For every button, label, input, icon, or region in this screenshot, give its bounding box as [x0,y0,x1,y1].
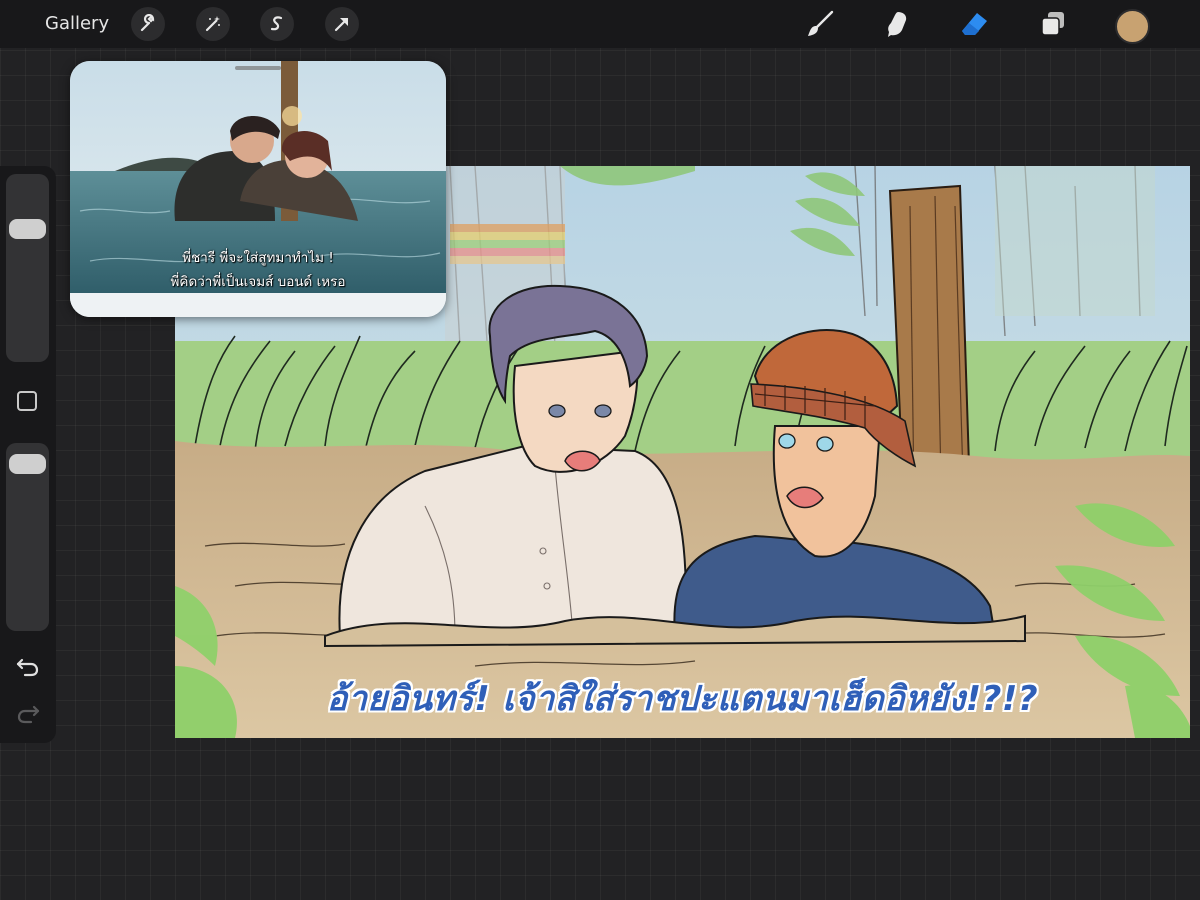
actions-button[interactable] [131,7,165,41]
transform-arrow-icon [334,17,349,32]
reference-window[interactable]: พี่ชารี พี่จะใส่สูทมาทำไม ! พี่คิดว่าพี่… [70,61,446,317]
left-sidebar [0,166,56,743]
brush-size-slider[interactable] [6,174,49,362]
subtitle-line-2: พี่คิดว่าพี่เป็นเจมส์ บอนด์ เหรอ [170,274,346,290]
modify-button[interactable] [17,391,37,411]
selection-icon [270,16,283,31]
adjustments-button[interactable] [196,7,230,41]
undo-button[interactable] [14,655,42,679]
procreate-app: Gallery อ้ายอินทร์! เจ้าสิใส่ราชปะแตนมาเ… [0,0,1200,900]
reference-drag-handle[interactable] [235,66,281,70]
top-toolbar: Gallery [0,0,1200,48]
selection-button[interactable] [260,7,294,41]
opacity-handle[interactable] [9,454,46,475]
smudge-icon [888,12,907,37]
brush-icon [808,10,834,36]
magic-wand-icon [205,16,220,32]
layers-icon [1041,12,1064,36]
brush-size-handle[interactable] [9,219,46,240]
layers-button[interactable] [1036,7,1070,41]
transform-button[interactable] [325,7,359,41]
wrench-icon [140,14,155,32]
subtitle-line-1: พี่ชารี พี่จะใส่สูทมาทำไม ! [182,250,334,266]
comic-caption: อ้ายอินทร์! เจ้าสิใส่ราชปะแตนมาเฮ็ดอิหยั… [326,679,1039,719]
opacity-slider[interactable] [6,443,49,631]
color-picker-button[interactable] [1115,9,1150,44]
smudge-button[interactable] [881,7,915,41]
eraser-icon [962,13,987,35]
gallery-button[interactable]: Gallery [45,13,109,34]
undo-icon [16,658,39,677]
redo-button[interactable] [14,702,42,726]
brush-button[interactable] [803,7,837,41]
eraser-button[interactable] [958,7,992,41]
redo-icon [17,705,40,724]
